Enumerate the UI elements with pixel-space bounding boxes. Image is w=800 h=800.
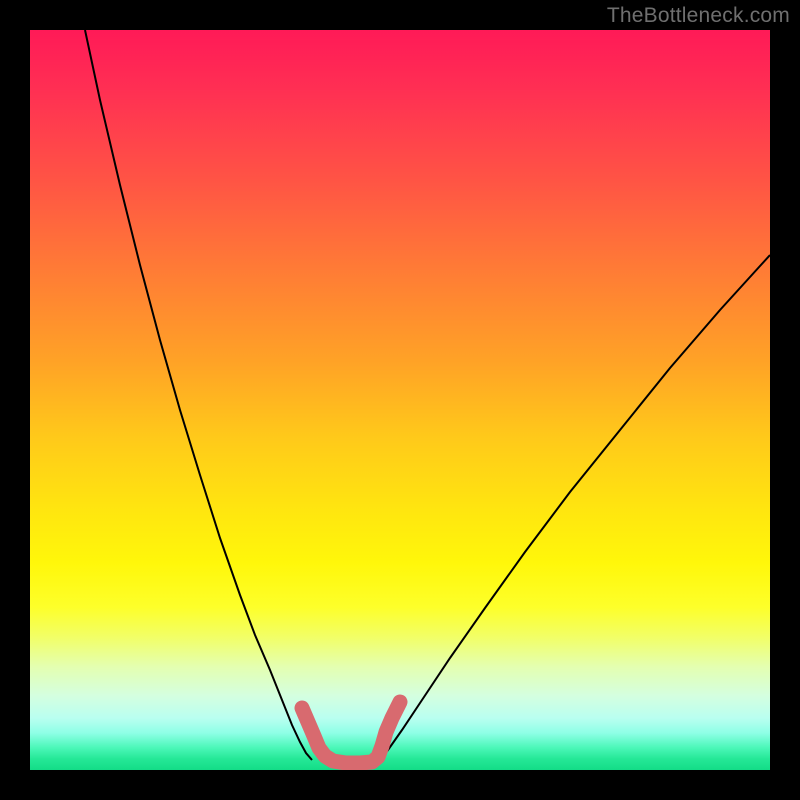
watermark-text: TheBottleneck.com [607,4,790,28]
right-branch-line [380,255,770,760]
curve-layer [30,30,770,770]
chart-frame: TheBottleneck.com [0,0,800,800]
valley-marker-line [302,702,400,763]
left-branch-line [85,30,312,760]
plot-area [30,30,770,770]
